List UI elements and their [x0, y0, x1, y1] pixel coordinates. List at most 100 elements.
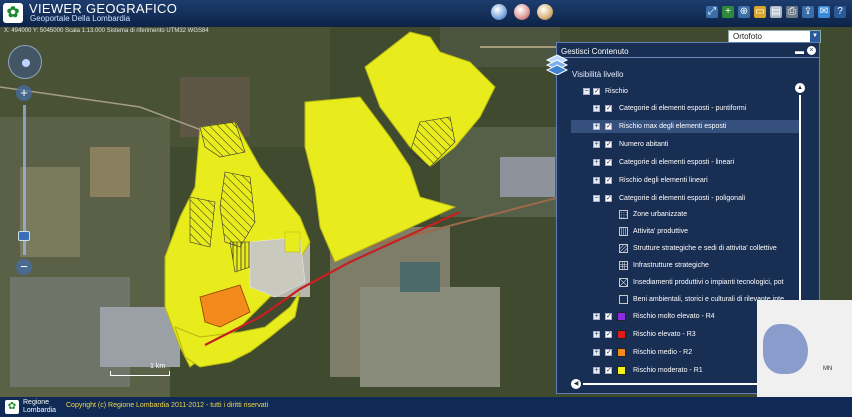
zoom-extent-icon[interactable]: ⤢ [706, 6, 718, 18]
layer-checkbox[interactable] [605, 364, 612, 377]
regione-lombardia-footer-logo-icon: ✿ [5, 400, 19, 414]
measure-tool-icon[interactable] [514, 4, 530, 20]
expand-icon[interactable]: + [593, 141, 600, 148]
layer-checkbox[interactable] [605, 174, 612, 187]
cross-hatch-symbol-icon [619, 278, 628, 287]
help-icon[interactable]: ? [834, 6, 846, 18]
layer-checkbox[interactable] [593, 85, 600, 98]
chevron-down-icon[interactable]: ▼ [810, 31, 820, 42]
share-icon[interactable]: ⇪ [802, 6, 814, 18]
legend-label: Strutture strategiche e sedi di attivita… [633, 245, 777, 252]
open-folder-icon[interactable]: ▭ [754, 6, 766, 18]
close-icon[interactable]: × [807, 46, 816, 55]
identify-tool-icon[interactable] [537, 4, 553, 20]
visibility-label: Visibilità livello [572, 70, 624, 79]
app-header: ✿ VIEWER GEOGRAFICO Geoportale Della Lom… [0, 0, 852, 27]
add-layer-icon[interactable]: + [722, 6, 734, 18]
layer-label: Rischio degli elementi lineari [619, 177, 708, 184]
legend-item: Zone urbanizzate [571, 208, 799, 221]
r3-swatch [617, 330, 626, 339]
regione-lombardia-logo-icon: ✿ [3, 3, 23, 23]
expand-icon[interactable]: + [593, 177, 600, 184]
zoom-slider[interactable]: + − [16, 85, 32, 295]
panel-divider [557, 57, 819, 58]
layer-label: Rischio moderato - R1 [633, 367, 703, 374]
overview-region [763, 324, 808, 374]
copyright-text: Copyright (c) Regione Lombardia 2011-201… [66, 402, 269, 409]
legend-item: Insediamenti produttivi o impianti tecno… [571, 276, 799, 289]
layer-label: Rischio elevato - R3 [633, 331, 696, 338]
expand-icon[interactable]: + [593, 159, 600, 166]
zoom-thumb[interactable] [18, 231, 30, 241]
layer-checkbox[interactable] [605, 192, 612, 205]
layer-checkbox[interactable] [605, 310, 612, 323]
layer-row-group[interactable]: + Categorie di elementi esposti - linear… [571, 156, 799, 169]
print-icon[interactable]: ⎙ [786, 6, 798, 18]
layer-label: Categorie di elementi esposti - poligona… [619, 195, 746, 202]
overview-label: MN [823, 366, 833, 372]
scale-label: 1 km [150, 363, 166, 370]
expand-icon[interactable]: + [593, 331, 600, 338]
r4-swatch [617, 312, 626, 321]
navigate-tool-icon[interactable] [491, 4, 507, 20]
email-icon[interactable]: ✉ [818, 6, 830, 18]
layer-label: Numero abitanti [619, 141, 669, 148]
layer-label: Rischio [605, 88, 628, 95]
collapse-icon[interactable]: − [583, 88, 590, 95]
legend-item: Infrastrutture strategiche [571, 259, 799, 272]
r2-swatch [617, 348, 626, 357]
layer-row-group[interactable]: + Categorie di elementi esposti - puntif… [571, 102, 799, 115]
layer-label: Categorie di elementi esposti - puntifor… [619, 105, 747, 112]
grid-symbol-icon [619, 261, 628, 270]
r1-swatch [617, 366, 626, 375]
footer: ✿ Regione Lombardia Copyright (c) Region… [0, 397, 852, 417]
pan-center-icon [22, 59, 30, 67]
dense-dots-symbol-icon [619, 210, 628, 219]
zoom-out-button[interactable]: − [16, 259, 32, 275]
app-subtitle: Geoportale Della Lombardia [30, 14, 131, 23]
scroll-left-icon[interactable]: ◀ [571, 379, 581, 389]
layer-row-root[interactable]: − Rischio [571, 85, 799, 98]
expand-icon[interactable]: + [593, 349, 600, 356]
collapse-icon[interactable]: − [593, 195, 600, 202]
coordinates-readout: X: 494000 Y: 5045000 Scala 1:13.000 Sist… [4, 28, 209, 34]
save-icon[interactable]: ▤ [770, 6, 782, 18]
layer-checkbox[interactable] [605, 346, 612, 359]
legend-item: Strutture strategiche e sedi di attivita… [571, 242, 799, 255]
pan-control[interactable] [8, 45, 42, 79]
layer-row-group[interactable]: + Rischio max degli elementi esposti [571, 120, 799, 133]
layer-label: Rischio medio - R2 [633, 349, 693, 356]
layer-checkbox[interactable] [605, 138, 612, 151]
layer-label: Rischio max degli elementi esposti [619, 123, 727, 130]
layer-checkbox[interactable] [605, 328, 612, 341]
expand-icon[interactable]: + [593, 123, 600, 130]
vertical-lines-symbol-icon [619, 227, 628, 236]
legend-label: Attivita' produttive [633, 228, 689, 235]
layer-row-group[interactable]: + Rischio degli elementi lineari [571, 174, 799, 187]
overview-map[interactable]: MN [757, 300, 852, 397]
zoom-in-icon[interactable]: ⊕ [738, 6, 750, 18]
panel-title: Gestisci Contenuto [561, 47, 629, 56]
footer-logo-text: Regione Lombardia [23, 399, 57, 414]
empty-symbol-icon [619, 295, 628, 304]
scale-bar [110, 371, 170, 376]
scroll-up-icon[interactable]: ▲ [795, 83, 805, 93]
layers-icon [545, 54, 569, 75]
layer-checkbox[interactable] [605, 102, 612, 115]
legend-label: Zone urbanizzate [633, 211, 688, 218]
minimize-icon[interactable]: ▬ [795, 46, 804, 56]
expand-icon[interactable]: + [593, 105, 600, 112]
basemap-value: Ortofoto [733, 32, 762, 41]
layer-row-group[interactable]: − Categorie di elementi esposti - poligo… [571, 192, 799, 205]
legend-item: Attivita' produttive [571, 225, 799, 238]
layer-checkbox[interactable] [605, 120, 612, 133]
legend-label: Infrastrutture strategiche [633, 262, 709, 269]
layer-checkbox[interactable] [605, 156, 612, 169]
zoom-in-button[interactable]: + [16, 85, 32, 101]
expand-icon[interactable]: + [593, 313, 600, 320]
layer-label: Categorie di elementi esposti - lineari [619, 159, 735, 166]
layer-row-group[interactable]: + Numero abitanti [571, 138, 799, 151]
layer-label: Rischio molto elevato - R4 [633, 313, 715, 320]
expand-icon[interactable]: + [593, 367, 600, 374]
legend-label: Insediamenti produttivi o impianti tecno… [633, 279, 784, 286]
